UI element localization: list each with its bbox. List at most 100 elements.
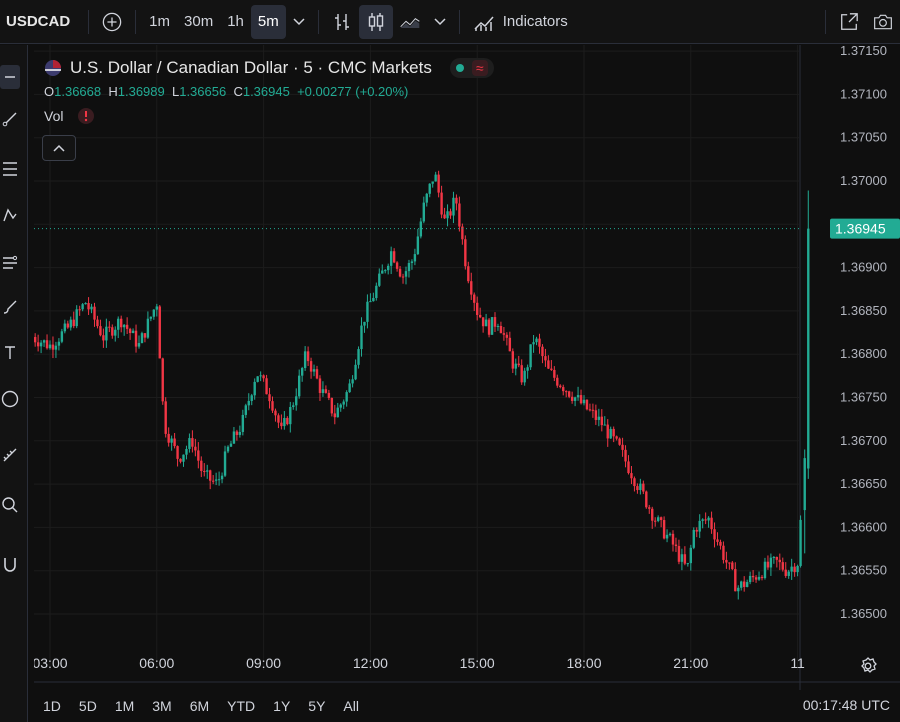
market-status[interactable]: ≈: [449, 58, 494, 78]
divider: [88, 9, 90, 34]
candle-body: [217, 479, 221, 481]
interval-1h[interactable]: 1h: [220, 5, 251, 39]
chevron-down-icon: [434, 17, 446, 25]
interval-5m[interactable]: 5m: [250, 4, 286, 39]
range-all[interactable]: All: [334, 698, 368, 714]
clock-timezone[interactable]: 00:17:48 UTC: [803, 697, 890, 713]
chart-style-dropdown[interactable]: [427, 5, 453, 39]
candle-body: [96, 319, 99, 327]
candle-body: [597, 416, 601, 420]
candle-body: [659, 517, 663, 521]
candle-body: [671, 533, 675, 545]
collapse-legend-button[interactable]: [42, 135, 76, 161]
interval-30m[interactable]: 30m: [177, 5, 220, 39]
candle-body: [395, 262, 399, 269]
range-1m[interactable]: 1M: [106, 698, 143, 714]
candles-style-button[interactable]: [358, 4, 393, 39]
fib-tool[interactable]: [0, 157, 20, 181]
candle-body: [556, 377, 559, 386]
price-chart[interactable]: 1.36500 1.36550 1.36600 1.36650 1.36700 1.367…: [31, 43, 900, 690]
candle-body: [167, 433, 170, 443]
candle-body: [48, 344, 52, 349]
brush-tool[interactable]: [0, 295, 20, 319]
candle-body: [748, 575, 752, 583]
snapshot-button[interactable]: [866, 5, 900, 39]
candle-body: [292, 405, 295, 407]
candle-body: [223, 451, 227, 476]
price-tick-label: 1.36500: [840, 606, 887, 621]
range-ytd[interactable]: YTD: [218, 698, 264, 714]
range-5y[interactable]: 5Y: [299, 698, 334, 714]
candle-body: [289, 406, 292, 425]
candle-body: [220, 475, 224, 480]
candle-body: [754, 577, 758, 580]
candle-body: [722, 545, 725, 560]
candle-body: [214, 479, 218, 481]
candle-body: [286, 417, 289, 425]
candle-body: [45, 340, 49, 349]
volume-label: Vol: [44, 108, 64, 124]
price-tick-label: 1.36650: [840, 476, 887, 491]
expand-icon: [841, 12, 858, 30]
candle-body: [573, 397, 577, 401]
interval-1m[interactable]: 1m: [142, 5, 177, 39]
candle-body: [464, 239, 467, 267]
indicators-button[interactable]: Indicators: [466, 5, 575, 39]
price-axis[interactable]: 1.36500 1.36550 1.36600 1.36650 1.36700 1.367…: [799, 43, 887, 690]
candle-body: [505, 334, 509, 338]
chart-area[interactable]: 1.36500 1.36550 1.36600 1.36650 1.36700 1.367…: [31, 43, 900, 695]
measure-tool[interactable]: [0, 443, 20, 467]
candle-body: [594, 410, 598, 420]
candle-body: [428, 183, 431, 194]
bars-style-button[interactable]: [325, 5, 359, 39]
candle-body: [478, 314, 482, 318]
range-5d[interactable]: 5D: [70, 698, 106, 714]
forecast-tool[interactable]: [0, 251, 20, 275]
candle-body: [117, 318, 120, 330]
range-1y[interactable]: 1Y: [264, 698, 299, 714]
candle-body: [656, 517, 660, 521]
candle-body: [582, 399, 586, 404]
compare-symbol-button[interactable]: [95, 5, 129, 39]
candle-body: [410, 261, 414, 263]
symbol-description: U.S. Dollar / Canadian Dollar · 5 · CMC …: [70, 58, 432, 77]
candle-body: [336, 407, 339, 418]
range-3m[interactable]: 3M: [143, 698, 180, 714]
candle-body: [603, 424, 606, 426]
volume-legend[interactable]: Vol: [44, 107, 494, 125]
area-style-button[interactable]: [393, 5, 427, 39]
candle-body: [387, 265, 390, 271]
price-tick-label: 1.36750: [840, 390, 887, 405]
candle-body: [398, 268, 402, 277]
candle-body: [93, 306, 96, 320]
pattern-tool[interactable]: [0, 203, 20, 227]
candle-body: [36, 342, 40, 347]
range-6m[interactable]: 6M: [181, 698, 218, 714]
cursor-tool[interactable]: [0, 65, 20, 89]
symbol-button[interactable]: USDCAD: [0, 13, 82, 30]
price-tick-label: 1.36900: [840, 260, 887, 275]
candle-body: [704, 519, 707, 521]
candle-body: [674, 544, 678, 547]
candle-body: [734, 569, 737, 592]
divider: [317, 9, 319, 34]
candle-body: [517, 363, 520, 366]
icons-tool[interactable]: [0, 387, 20, 411]
candles: [31, 170, 810, 600]
zoom-tool[interactable]: [0, 493, 20, 517]
candle-body: [114, 329, 117, 336]
text-tool[interactable]: [0, 341, 20, 365]
candle-body: [345, 392, 348, 402]
magnet-tool[interactable]: [0, 553, 20, 577]
trendline-tool[interactable]: [0, 107, 20, 131]
candle-body: [75, 309, 78, 327]
candle-body: [262, 375, 265, 379]
range-1d[interactable]: 1D: [34, 698, 70, 714]
candle-body: [99, 326, 102, 336]
candle-body: [182, 454, 185, 462]
chart-settings-button[interactable]: [858, 656, 878, 681]
fullscreen-button[interactable]: [832, 5, 866, 39]
candle-body: [440, 192, 443, 215]
time-axis[interactable]: 03:00 06:00 09:00 12:00 15:00 18:00 21:00 11: [32, 655, 900, 683]
interval-dropdown[interactable]: [286, 5, 312, 39]
